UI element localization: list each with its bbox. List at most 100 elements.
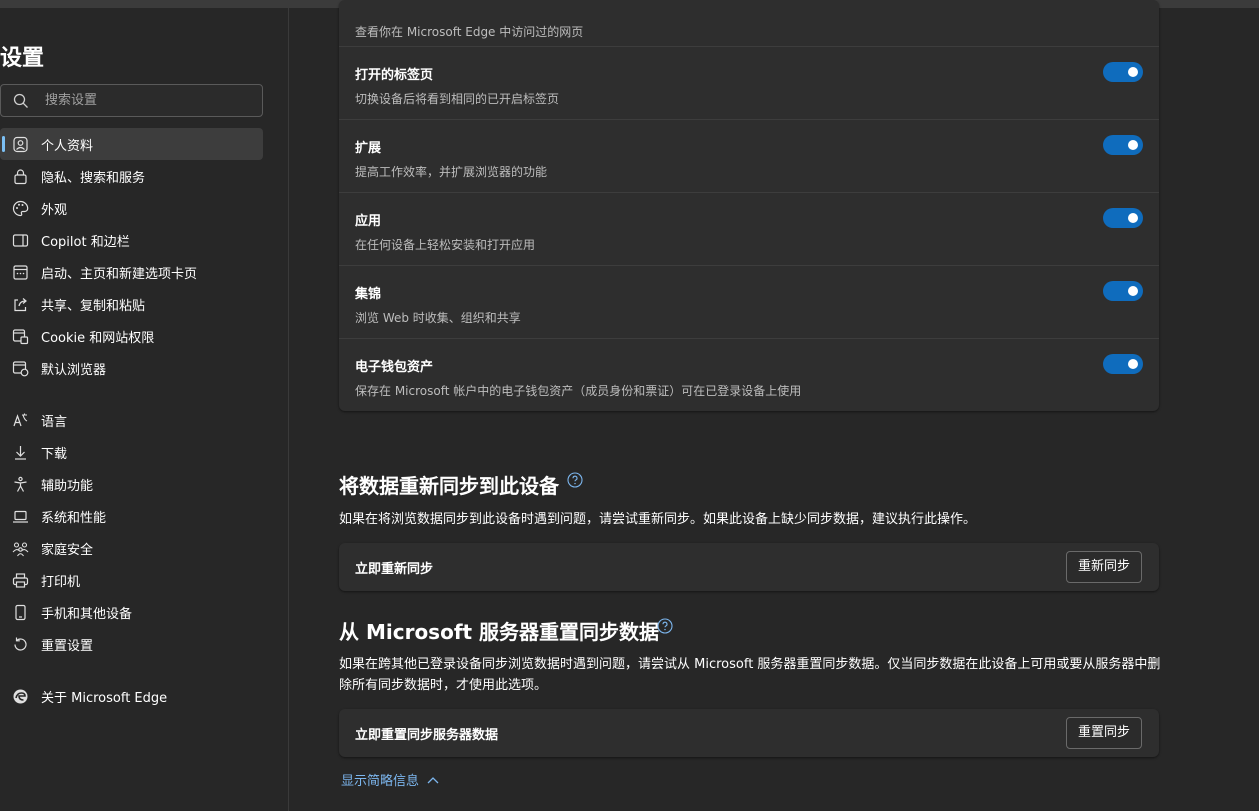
help-icon[interactable] [657, 618, 673, 634]
help-icon[interactable] [567, 472, 583, 488]
nav-separator [0, 384, 263, 404]
profile-icon [13, 136, 28, 153]
page-title: 设置 [0, 46, 45, 71]
search-box[interactable] [0, 84, 263, 117]
sidebar-item-default-browser[interactable]: 默认浏览器 [0, 352, 263, 384]
toggle-knob [1128, 67, 1138, 77]
apps-toggle[interactable] [1103, 208, 1143, 228]
settings-sidebar: 设置 个人资料 隐私、搜索和服务 外观 Copilot 和边栏 启动、主页和新建… [0, 8, 289, 811]
sidebar-item-startup[interactable]: 启动、主页和新建选项卡页 [0, 256, 263, 288]
sync-row-desc: 在任何设备上轻松安装和打开应用 [355, 238, 536, 252]
lock-icon [14, 169, 27, 185]
sync-row-open-tabs: 打开的标签页 切换设备后将看到相同的已开启标签页 [339, 46, 1159, 119]
browser-icon [12, 361, 29, 377]
reset-sync-card: 立即重置同步服务器数据 重置同步 [339, 709, 1159, 757]
sync-row-desc: 切换设备后将看到相同的已开启标签页 [355, 92, 560, 106]
sidebar-item-copilot[interactable]: Copilot 和边栏 [0, 224, 263, 256]
family-icon [12, 542, 29, 557]
sidebar-item-phone[interactable]: 手机和其他设备 [0, 596, 263, 628]
extensions-toggle[interactable] [1103, 135, 1143, 155]
sidebar-item-label: Copilot 和边栏 [41, 234, 130, 250]
resync-action-label: 立即重新同步 [355, 562, 434, 577]
chevron-up-icon [427, 776, 439, 783]
sync-row-title: 扩展 [355, 141, 382, 156]
sync-row-collections: 集锦 浏览 Web 时收集、组织和共享 [339, 265, 1159, 338]
sidebar-item-language[interactable]: 语言 [0, 404, 263, 436]
download-icon [15, 446, 26, 460]
toggle-knob [1128, 140, 1138, 150]
sidebar-item-label: 共享、复制和粘贴 [41, 298, 146, 314]
settings-content: 查看你在 Microsoft Edge 中访问过的网页 打开的标签页 切换设备后… [289, 0, 1259, 811]
sidebar-item-label: 语言 [41, 414, 68, 430]
sidebar-item-about[interactable]: 关于 Microsoft Edge [0, 680, 263, 712]
sidebar-item-label: 个人资料 [41, 138, 94, 154]
home-tabs-icon [13, 265, 28, 280]
sidebar-item-label: 下载 [41, 446, 68, 462]
resync-button[interactable]: 重新同步 [1066, 551, 1142, 583]
sidebar-item-system[interactable]: 系统和性能 [0, 500, 263, 532]
resync-section-desc: 如果在将浏览数据同步到此设备时遇到问题，请尝试重新同步。如果此设备上缺少同步数据… [339, 512, 977, 527]
sidebar-item-label: 手机和其他设备 [41, 606, 133, 622]
palette-icon [12, 200, 29, 217]
show-less-link[interactable]: 显示简略信息 [341, 770, 439, 789]
sync-row-title: 电子钱包资产 [355, 360, 434, 375]
sidebar-item-downloads[interactable]: 下载 [0, 436, 263, 468]
resync-card: 立即重新同步 重新同步 [339, 543, 1159, 591]
edge-icon [13, 689, 28, 704]
toggle-knob [1128, 213, 1138, 223]
sidebar-item-label: 外观 [41, 202, 68, 218]
open-tabs-toggle[interactable] [1103, 62, 1143, 82]
sidebar-item-label: 重置设置 [41, 638, 94, 654]
reset-sync-section-title: 从 Microsoft 服务器重置同步数据 [339, 620, 660, 644]
sync-row-wallet: 电子钱包资产 保存在 Microsoft 帐户中的电子钱包资产（成员身份和票证）… [339, 338, 1159, 411]
show-less-label: 显示简略信息 [341, 774, 420, 789]
sidebar-item-profile[interactable]: 个人资料 [0, 128, 263, 160]
sidebar-item-label: 辅助功能 [41, 478, 94, 494]
sidebar-item-share[interactable]: 共享、复制和粘贴 [0, 288, 263, 320]
sidebar-item-printers[interactable]: 打印机 [0, 564, 263, 596]
sidebar-item-label: 默认浏览器 [41, 362, 107, 378]
collections-toggle[interactable] [1103, 281, 1143, 301]
sidebar-item-label: 启动、主页和新建选项卡页 [41, 266, 198, 282]
accessibility-icon [14, 476, 27, 492]
printer-icon [12, 573, 29, 588]
sidebar-item-reset[interactable]: 重置设置 [0, 628, 263, 660]
toggle-knob [1128, 359, 1138, 369]
sidebar-item-family[interactable]: 家庭安全 [0, 532, 263, 564]
sidebar-item-label: 关于 Microsoft Edge [41, 690, 168, 706]
sync-row-extensions: 扩展 提高工作效率，并扩展浏览器的功能 [339, 119, 1159, 192]
phone-icon [15, 604, 26, 621]
sidebar-item-label: 隐私、搜索和服务 [41, 170, 146, 186]
language-icon [13, 413, 28, 427]
history-desc: 查看你在 Microsoft Edge 中访问过的网页 [355, 25, 584, 39]
reset-icon [14, 637, 27, 651]
cookie-icon [12, 329, 29, 345]
sync-row-title: 集锦 [355, 287, 382, 302]
resync-section-title: 将数据重新同步到此设备 [339, 474, 559, 498]
sync-row-desc: 浏览 Web 时收集、组织和共享 [355, 311, 521, 325]
nav-separator [0, 660, 263, 680]
reset-sync-button[interactable]: 重置同步 [1066, 717, 1142, 749]
sidebar-item-label: Cookie 和网站权限 [41, 330, 155, 346]
sidebar-item-privacy[interactable]: 隐私、搜索和服务 [0, 160, 263, 192]
reset-sync-action-label: 立即重置同步服务器数据 [355, 728, 499, 743]
share-icon [14, 298, 27, 312]
sidebar-item-accessibility[interactable]: 辅助功能 [0, 468, 263, 500]
toggle-knob [1128, 286, 1138, 296]
sync-row-desc: 保存在 Microsoft 帐户中的电子钱包资产（成员身份和票证）可在已登录设备… [355, 384, 802, 398]
sidebar-item-appearance[interactable]: 外观 [0, 192, 263, 224]
sidebar-item-label: 打印机 [41, 574, 81, 590]
search-input[interactable] [45, 85, 255, 116]
sidebar-item-label: 家庭安全 [41, 542, 94, 558]
sync-row-apps: 应用 在任何设备上轻松安装和打开应用 [339, 192, 1159, 265]
wallet-toggle[interactable] [1103, 354, 1143, 374]
sync-row-desc: 提高工作效率，并扩展浏览器的功能 [355, 165, 548, 179]
sync-row-title: 应用 [355, 214, 382, 229]
sync-items-card: 查看你在 Microsoft Edge 中访问过的网页 打开的标签页 切换设备后… [339, 0, 1159, 411]
sidebar-nav: 个人资料 隐私、搜索和服务 外观 Copilot 和边栏 启动、主页和新建选项卡… [0, 128, 263, 712]
sidebar-item-cookies[interactable]: Cookie 和网站权限 [0, 320, 263, 352]
sync-row-title: 打开的标签页 [355, 68, 434, 83]
laptop-icon [13, 510, 28, 523]
reset-sync-section-desc: 如果在跨其他已登录设备同步浏览数据时遇到问题，请尝试从 Microsoft 服务… [339, 657, 1161, 693]
search-icon [13, 93, 28, 108]
